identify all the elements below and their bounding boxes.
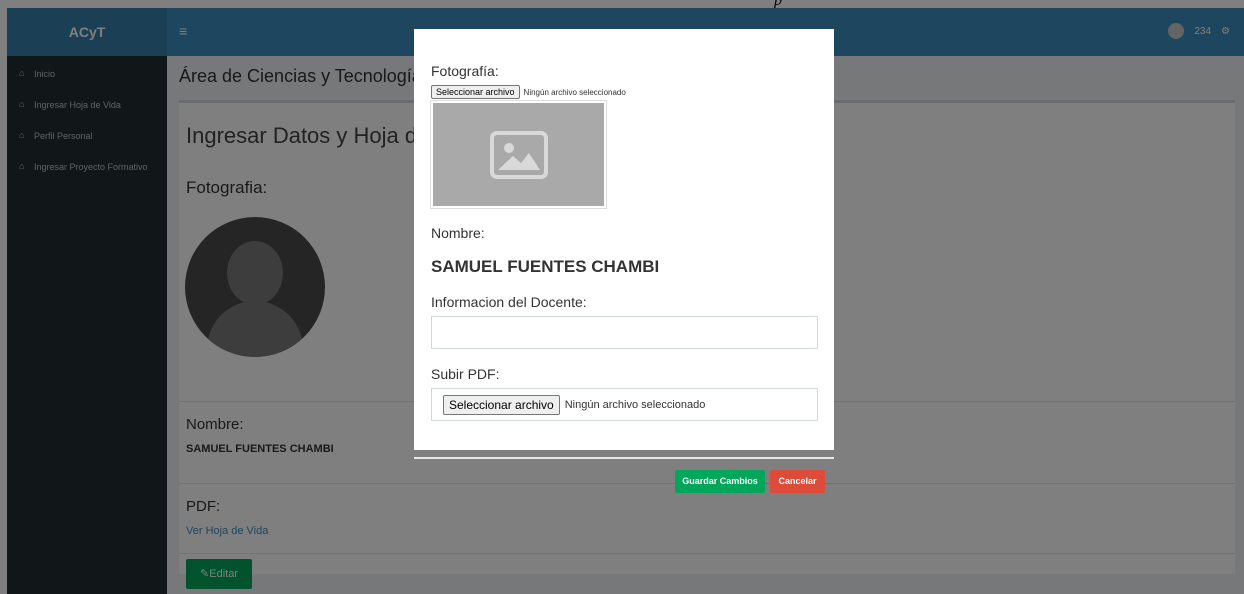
pdf-file-status: Ningún archivo seleccionado: [564, 398, 706, 411]
image-placeholder-icon: [489, 130, 548, 179]
pdf-file-input[interactable]: Seleccionar archivo Ningún archivo selec…: [431, 388, 818, 421]
teacher-info-input[interactable]: [431, 316, 818, 349]
teacher-info-label: Informacion del Docente:: [431, 294, 587, 310]
edit-profile-modal: Fotografía: Seleccionar archivo Ningún a…: [414, 29, 834, 450]
photo-file-input[interactable]: Seleccionar archivo Ningún archivo selec…: [431, 85, 626, 99]
modal-name-label: Nombre:: [431, 225, 485, 241]
upload-pdf-label: Subir PDF:: [431, 366, 500, 382]
modal-photo-label: Fotografía:: [431, 63, 499, 79]
pdf-choose-file-button[interactable]: Seleccionar archivo: [443, 394, 560, 415]
photo-preview: [430, 100, 607, 209]
modal-footer-divider: [414, 457, 834, 459]
photo-file-status: Ningún archivo seleccionado: [523, 87, 626, 97]
photo-choose-file-button[interactable]: Seleccionar archivo: [431, 85, 520, 99]
cancel-button[interactable]: Cancelar: [770, 470, 825, 493]
modal-name-value: SAMUEL FUENTES CHAMBI: [431, 257, 660, 276]
save-changes-button[interactable]: Guardar Cambios: [675, 470, 765, 493]
